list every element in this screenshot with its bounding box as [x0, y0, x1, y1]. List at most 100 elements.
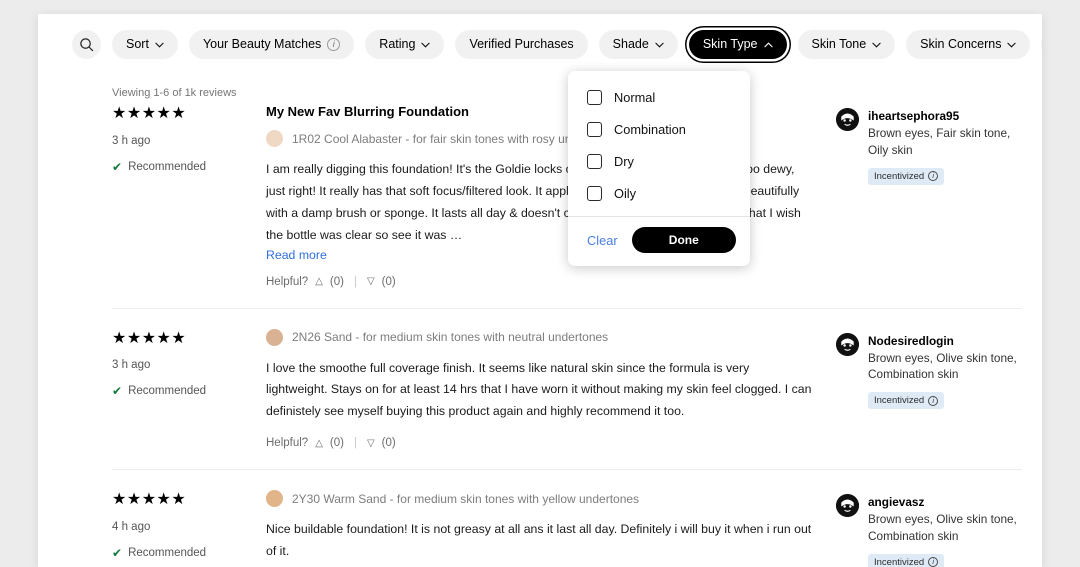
- table-row: ★★★★★ 4 h ago ✔ Recommended 2Y30 Warm Sa…: [112, 470, 1022, 567]
- chevron-down-icon: [155, 37, 164, 51]
- filter-chip-shade[interactable]: Shade: [598, 29, 678, 59]
- dropdown-option-normal[interactable]: Normal: [568, 81, 750, 113]
- page-root: Sort Your Beauty Matches i Rating Verifi…: [0, 0, 1080, 567]
- reviewer-panel: angievasz Brown eyes, Olive skin tone, C…: [836, 488, 1022, 567]
- option-label: Normal: [614, 89, 656, 105]
- chevron-up-icon: [763, 37, 773, 51]
- status-badge: Incentivized i: [868, 553, 945, 567]
- recommended-label: Recommended: [128, 160, 207, 173]
- reviewer-info: Nodesiredlogin Brown eyes, Olive skin to…: [868, 333, 1022, 450]
- reviewer-attributes: Brown eyes, Olive skin tone, Combination…: [868, 512, 1017, 543]
- checkbox-icon[interactable]: [587, 153, 602, 169]
- helpful-label: Helpful?: [266, 275, 309, 288]
- option-label: Dry: [614, 153, 634, 169]
- reviewer-panel: iheartsephora95 Brown eyes, Fair skin to…: [836, 102, 1022, 288]
- checkbox-icon[interactable]: [587, 185, 602, 201]
- filter-chip-skin-type[interactable]: Skin Type: [688, 29, 787, 59]
- reviewer-attributes: Brown eyes, Fair skin tone, Oily skin: [868, 126, 1011, 157]
- dropdown-option-oily[interactable]: Oily: [568, 177, 750, 209]
- shade-swatch: [266, 490, 283, 508]
- downvote-count: (0): [381, 437, 396, 450]
- reviewer-name[interactable]: Nodesiredlogin: [868, 333, 1022, 350]
- avatar: [836, 108, 859, 131]
- shade-swatch: [266, 130, 283, 147]
- reviewer-info: iheartsephora95 Brown eyes, Fair skin to…: [868, 108, 1022, 288]
- thumbs-up-icon[interactable]: △: [315, 438, 323, 449]
- check-icon: ✔: [112, 545, 123, 560]
- shade-label: 2N26 Sand - for medium skin tones with n…: [292, 330, 609, 344]
- shade-swatch: [266, 328, 283, 346]
- reviewer-info: angievasz Brown eyes, Olive skin tone, C…: [868, 494, 1022, 567]
- filter-chip-skin-tone[interactable]: Skin Tone: [797, 29, 896, 59]
- review-timestamp: 4 h ago: [112, 520, 151, 533]
- chevron-down-icon: [1007, 37, 1017, 51]
- badge-label: Incentivized: [874, 395, 925, 407]
- badge-label: Incentivized: [874, 170, 925, 182]
- review-content: 2N26 Sand - for medium skin tones with n…: [266, 327, 836, 449]
- filter-chip-rating[interactable]: Rating: [365, 29, 445, 59]
- option-label: Oily: [614, 185, 637, 201]
- upvote-count: (0): [329, 275, 344, 288]
- info-icon[interactable]: i: [928, 557, 939, 567]
- chip-label: Sort: [126, 37, 149, 51]
- filter-chip-age-range[interactable]: Age Range: [1041, 29, 1042, 59]
- filter-chip-verified-purchases[interactable]: Verified Purchases: [455, 29, 588, 59]
- dropdown-actions: Clear Done: [568, 217, 750, 266]
- checkbox-icon[interactable]: [587, 121, 602, 137]
- chevron-down-icon: [872, 37, 881, 51]
- review-list: ★★★★★ 3 h ago ✔ Recommended My New Fav B…: [112, 102, 1022, 567]
- option-label: Combination: [614, 121, 686, 137]
- helpful-label: Helpful?: [266, 437, 309, 450]
- dropdown-option-dry[interactable]: Dry: [568, 145, 750, 177]
- avatar: [836, 332, 859, 356]
- review-timestamp: 3 h ago: [112, 134, 151, 147]
- dropdown-option-combination[interactable]: Combination: [568, 113, 750, 145]
- filter-chip-skin-concerns[interactable]: Skin Concerns: [906, 29, 1031, 59]
- star-rating: ★★★★★: [112, 105, 187, 122]
- helpful-row: Helpful? △ (0) | ▽ (0): [266, 437, 814, 449]
- reviewer-name[interactable]: angievasz: [868, 494, 1022, 511]
- status-badge: Incentivized i: [868, 392, 945, 410]
- table-row: ★★★★★ 3 h ago ✔ Recommended My New Fav B…: [112, 102, 1022, 309]
- shade-row: 2N26 Sand - for medium skin tones with n…: [266, 328, 814, 346]
- review-meta: ★★★★★ 4 h ago ✔ Recommended: [112, 488, 266, 567]
- check-icon: ✔: [112, 384, 123, 399]
- review-body: I love the smoothe full coverage finish.…: [266, 360, 812, 419]
- reviewer-attributes: Brown eyes, Olive skin tone, Combination…: [868, 350, 1017, 382]
- chip-label: Rating: [379, 37, 416, 51]
- upvote-count: (0): [329, 437, 344, 450]
- downvote-count: (0): [381, 275, 396, 288]
- reviewer-name[interactable]: iheartsephora95: [868, 108, 1022, 125]
- thumbs-up-icon[interactable]: △: [315, 276, 323, 287]
- review-meta: ★★★★★ 3 h ago ✔ Recommended: [112, 102, 266, 288]
- check-icon: ✔: [112, 159, 123, 174]
- info-icon[interactable]: i: [928, 395, 939, 406]
- chip-label: Skin Concerns: [920, 37, 1002, 51]
- recommended-label: Recommended: [128, 385, 207, 398]
- chevron-down-icon: [655, 37, 664, 51]
- star-rating: ★★★★★: [112, 491, 187, 509]
- review-content: My New Fav Blurring Foundation 1R02 Cool…: [266, 102, 836, 288]
- filter-bar: Sort Your Beauty Matches i Rating Verifi…: [38, 14, 1042, 74]
- chip-label: Shade: [612, 37, 649, 51]
- recommended-flag: ✔ Recommended: [112, 384, 266, 398]
- thumbs-down-icon[interactable]: ▽: [367, 438, 375, 449]
- filter-chip-your-beauty-matches[interactable]: Your Beauty Matches i: [188, 29, 355, 59]
- results-count: Viewing 1-6 of 1k reviews: [112, 87, 237, 99]
- reviews-card: Sort Your Beauty Matches i Rating Verifi…: [38, 14, 1042, 567]
- skin-type-dropdown: Normal Combination Dry Oily Clear Done: [568, 71, 750, 266]
- done-button[interactable]: Done: [631, 227, 736, 253]
- filter-chip-sort[interactable]: Sort: [112, 29, 178, 59]
- clear-button[interactable]: Clear: [587, 233, 618, 248]
- checkbox-icon[interactable]: [587, 89, 602, 105]
- table-row: ★★★★★ 3 h ago ✔ Recommended 2N26 Sand - …: [112, 309, 1022, 471]
- chip-label: Skin Type: [702, 37, 758, 51]
- star-rating: ★★★★★: [112, 329, 187, 347]
- recommended-flag: ✔ Recommended: [112, 546, 266, 560]
- info-icon[interactable]: i: [928, 171, 939, 182]
- search-icon[interactable]: [72, 29, 101, 59]
- thumbs-down-icon[interactable]: ▽: [367, 276, 375, 287]
- info-icon: i: [327, 37, 341, 51]
- review-body: Nice buildable foundation! It is not gre…: [266, 522, 812, 558]
- review-meta: ★★★★★ 3 h ago ✔ Recommended: [112, 327, 266, 450]
